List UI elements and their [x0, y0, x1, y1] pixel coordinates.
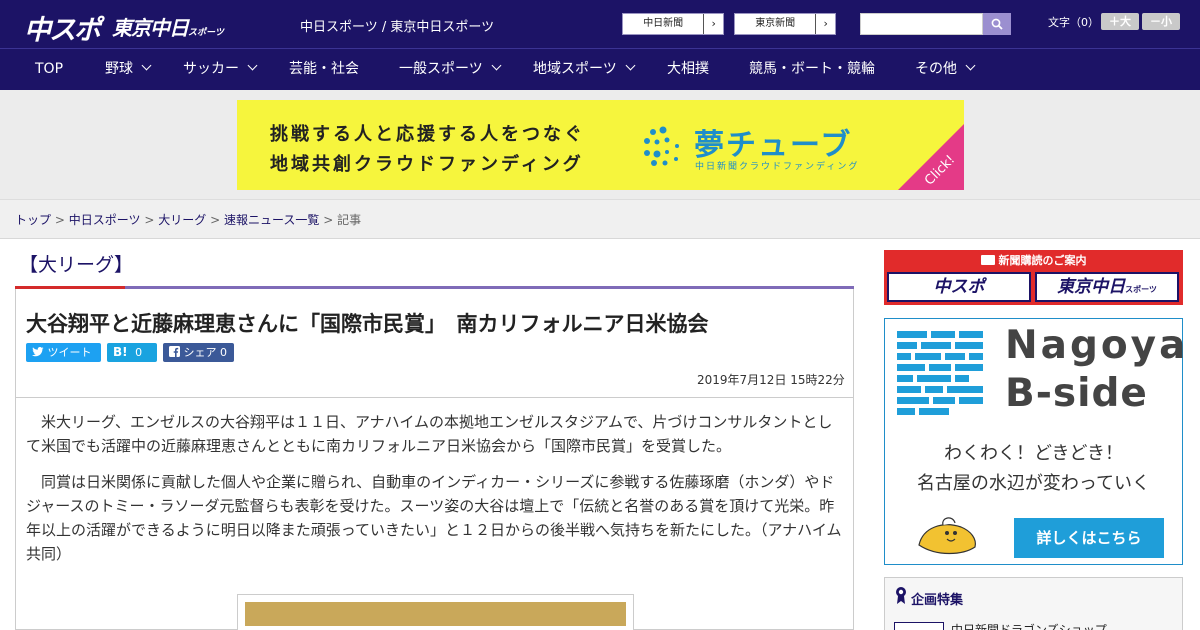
- facebook-share-button[interactable]: シェア 0: [163, 343, 234, 362]
- breadcrumb-news-list[interactable]: 速報ニュース一覧: [224, 213, 319, 227]
- subscription-box: 新聞購読のご案内 中スポ 東京中日スポーツ: [884, 250, 1183, 305]
- nav-label: その他: [915, 61, 957, 77]
- ad-city-line-2: B-side: [1005, 371, 1148, 416]
- subscribe-tokyo-chunichi-sports[interactable]: 東京中日スポーツ: [1035, 272, 1179, 302]
- article-photo-image: [245, 602, 626, 626]
- subscription-title-text: 新聞購読のご案内: [998, 254, 1087, 267]
- nav-label: 一般スポーツ: [399, 61, 483, 77]
- hatena-bookmark-button[interactable]: B! 0: [107, 343, 157, 362]
- yume-tube-dots-icon: [644, 126, 679, 166]
- breadcrumb-chunichi-sports[interactable]: 中日スポーツ: [69, 213, 141, 227]
- tokyo-logo-text: 東京中日: [112, 16, 189, 40]
- nav-item-racing[interactable]: 競馬・ボート・競輪: [749, 49, 875, 90]
- article-title: 大谷翔平と近藤麻理恵さんに「国際市民賞」 南カリフォルニア日米協会: [26, 312, 709, 336]
- font-size-label: 文字（0）: [1048, 16, 1099, 29]
- chevron-down-icon: [965, 60, 976, 71]
- banner-line-1: 挑戦する人と応援する人をつなぐ: [270, 124, 585, 145]
- nagoya-bside-ad[interactable]: Nagoya B-side わくわく！どきどき！ 名古屋の水辺が変わっていく 詳…: [884, 318, 1185, 565]
- banner-sub: 中日新聞クラウドファンディング: [695, 162, 860, 172]
- breadcrumb-separator: >: [210, 213, 221, 227]
- nav-item-soccer[interactable]: サッカー: [183, 49, 258, 90]
- ad-tagline-2: 名古屋の水辺が変わっていく: [916, 473, 1151, 494]
- nav-label: 地域スポーツ: [533, 61, 617, 77]
- breadcrumb-separator: >: [54, 213, 65, 227]
- chunichi-shimbun-button[interactable]: 中日新聞 ›: [622, 13, 724, 35]
- breadcrumb-top[interactable]: トップ: [15, 213, 51, 227]
- shrimp-mascot-icon: [918, 517, 976, 555]
- feature-thumbnail[interactable]: [894, 622, 944, 630]
- search-icon: [991, 18, 1003, 30]
- subscribe-logo-small: スポーツ: [1125, 285, 1157, 294]
- facebook-share-count: 0: [220, 346, 227, 359]
- main-nav: TOP 野球 サッカー 芸能・社会 一般スポーツ 地域スポーツ 大相撲 競馬・ボ…: [0, 48, 1200, 90]
- ad-details-button[interactable]: 詳しくはこちら: [1014, 518, 1164, 558]
- tokyo-logo-small: スポーツ: [188, 28, 224, 38]
- crowdfunding-banner[interactable]: 挑戦する人と応援する人をつなぐ 地域共創クラウドファンディング 夢チューブ 中日…: [237, 100, 964, 190]
- subscribe-chunichi-sports[interactable]: 中スポ: [887, 272, 1031, 302]
- tokyo-chunichi-sports-logo[interactable]: 東京中日スポーツ: [112, 12, 224, 41]
- hatena-count: 0: [135, 346, 143, 359]
- article-header-divider: [15, 397, 854, 398]
- nav-label: 大相撲: [667, 61, 709, 77]
- ad-city-line-1: Nagoya: [1005, 323, 1189, 368]
- facebook-share-label: シェア: [183, 346, 217, 359]
- article-date: 2019年7月12日 15時22分: [697, 373, 845, 387]
- nav-label: サッカー: [183, 61, 239, 77]
- nav-item-sumo[interactable]: 大相撲: [667, 49, 709, 90]
- paper-button-label: 中日新聞: [643, 18, 684, 29]
- newspaper-icon: [980, 255, 995, 265]
- banner-area: 挑戦する人と応援する人をつなぐ 地域共創クラウドファンディング 夢チューブ 中日…: [0, 90, 1200, 200]
- subscribe-logo-text: 東京中日: [1057, 277, 1126, 297]
- tweet-label: ツイート: [47, 346, 92, 359]
- nav-item-other[interactable]: その他: [915, 49, 976, 90]
- banner-brand: 夢チューブ: [694, 128, 853, 163]
- site-link[interactable]: 中日スポーツ / 東京中日スポーツ: [300, 16, 494, 35]
- tweet-button[interactable]: ツイート: [26, 343, 101, 362]
- breadcrumb-current: 記事: [337, 213, 362, 227]
- nav-label: 競馬・ボート・競輪: [749, 61, 875, 77]
- facebook-icon: [169, 346, 180, 357]
- breadcrumb-separator: >: [323, 213, 334, 227]
- twitter-bird-icon: [32, 347, 44, 357]
- hatena-icon: B!: [113, 345, 128, 359]
- category-heading[interactable]: 【大リーグ】: [19, 250, 133, 277]
- nav-label: 野球: [105, 61, 133, 77]
- chunichi-sports-logo[interactable]: 中スポ: [24, 8, 101, 47]
- nav-item-top[interactable]: TOP: [35, 49, 63, 90]
- tokyo-shimbun-button[interactable]: 東京新聞 ›: [734, 13, 836, 35]
- chevron-right-icon: ›: [703, 14, 723, 34]
- feature-title: 企画特集: [911, 593, 964, 608]
- font-larger-button[interactable]: ＋大: [1101, 13, 1139, 30]
- breadcrumb: トップ > 中日スポーツ > 大リーグ > 速報ニュース一覧 > 記事: [15, 211, 361, 228]
- chevron-down-icon: [141, 60, 152, 71]
- article-paragraph: 同賞は日米関係に貢献した個人や企業に贈られ、自動車のインディカー・シリーズに参戦…: [26, 473, 842, 563]
- medal-icon: [896, 587, 906, 604]
- feature-box: 企画特集 中日新聞ドラゴンズショップ: [884, 577, 1183, 630]
- article-body: 米大リーグ、エンゼルスの大谷翔平は１１日、アナハイムの本拠地エンゼルスタジアムで…: [26, 410, 844, 578]
- chevron-down-icon: [625, 60, 636, 71]
- nav-item-entertainment[interactable]: 芸能・社会: [289, 49, 359, 90]
- site-header: 中スポ 東京中日スポーツ 中日スポーツ / 東京中日スポーツ 中日新聞 › 東京…: [0, 0, 1200, 48]
- chevron-right-icon: ›: [815, 14, 835, 34]
- article-photo[interactable]: [237, 594, 634, 630]
- paper-button-label: 東京新聞: [755, 18, 796, 29]
- nav-item-baseball[interactable]: 野球: [105, 49, 152, 90]
- chevron-down-icon: [247, 60, 258, 71]
- banner-line-2: 地域共創クラウドファンディング: [270, 154, 584, 175]
- nav-item-general-sports[interactable]: 一般スポーツ: [399, 49, 502, 90]
- article-paragraph: 米大リーグ、エンゼルスの大谷翔平は１１日、アナハイムの本拠地エンゼルスタジアムで…: [26, 413, 833, 455]
- nav-label: 芸能・社会: [289, 61, 359, 77]
- search-input[interactable]: [860, 13, 983, 35]
- chevron-down-icon: [491, 60, 502, 71]
- font-smaller-button[interactable]: －小: [1142, 13, 1180, 30]
- nav-label: TOP: [35, 61, 64, 77]
- breadcrumb-separator: >: [144, 213, 155, 227]
- breadcrumb-mlb[interactable]: 大リーグ: [158, 213, 206, 227]
- search-button[interactable]: [983, 13, 1011, 35]
- brick-wall-icon: [897, 331, 983, 415]
- ad-tagline-1: わくわく！どきどき！: [944, 443, 1123, 464]
- feature-item-dragons-shop[interactable]: 中日新聞ドラゴンズショップ: [951, 621, 1107, 630]
- nav-item-local-sports[interactable]: 地域スポーツ: [533, 49, 636, 90]
- subscription-title: 新聞購読のご案内: [884, 252, 1183, 268]
